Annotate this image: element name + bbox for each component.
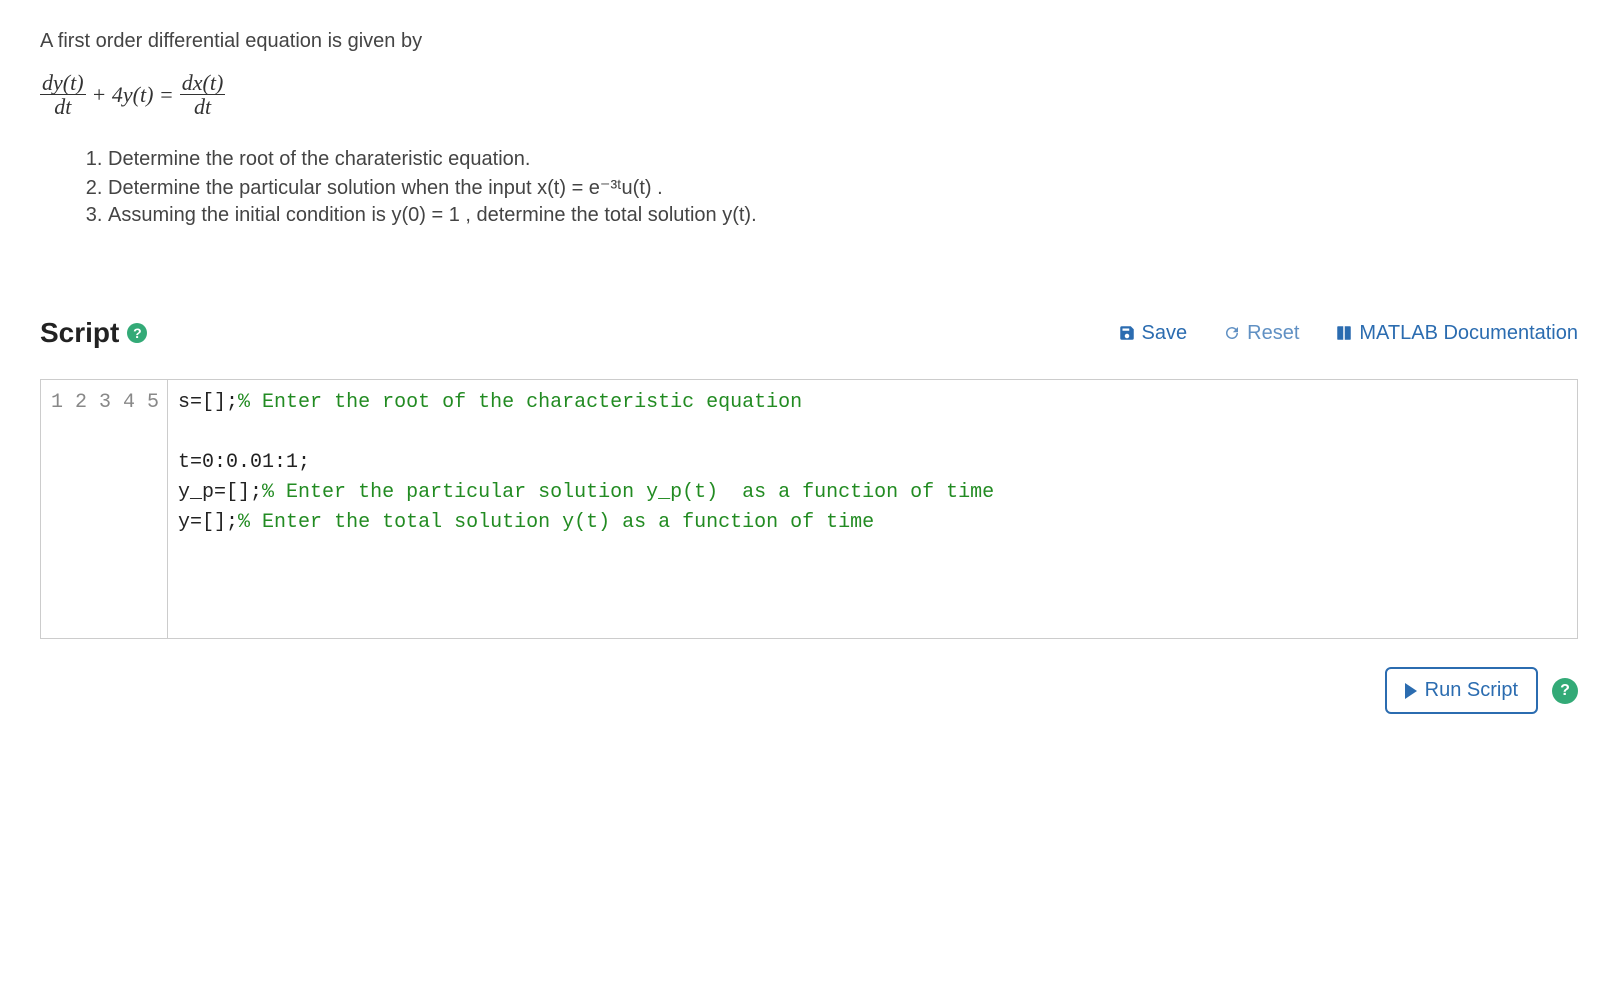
task-item: Assuming the initial condition is y(0) =… (108, 204, 1578, 227)
reset-label: Reset (1247, 322, 1299, 345)
task-item: Determine the root of the charateristic … (108, 148, 1578, 171)
help-icon[interactable]: ? (127, 323, 147, 343)
equation-middle: + 4y(t) = (92, 82, 174, 108)
task-item: Determine the particular solution when t… (108, 175, 1578, 200)
task-list: Determine the root of the charateristic … (80, 148, 1578, 227)
reset-button[interactable]: Reset (1223, 322, 1299, 345)
rhs-numerator: dx(t) (180, 71, 226, 95)
docs-link[interactable]: MATLAB Documentation (1335, 322, 1578, 345)
rhs-denominator: dt (192, 95, 213, 118)
script-heading: Script (40, 317, 119, 349)
run-label: Run Script (1425, 679, 1518, 702)
differential-equation: dy(t) dt + 4y(t) = dx(t) dt (40, 71, 1578, 118)
problem-intro: A first order differential equation is g… (40, 30, 1578, 53)
line-gutter: 1 2 3 4 5 (41, 380, 168, 638)
script-toolbar: Save Reset MATLAB Documentation (1118, 322, 1578, 345)
code-area[interactable]: s=[];% Enter the root of the characteris… (168, 380, 1577, 638)
book-icon (1335, 324, 1353, 342)
run-script-button[interactable]: Run Script (1385, 667, 1538, 714)
save-button[interactable]: Save (1118, 322, 1188, 345)
docs-label: MATLAB Documentation (1359, 322, 1578, 345)
save-label: Save (1142, 322, 1188, 345)
help-icon[interactable]: ? (1552, 678, 1578, 704)
lhs-numerator: dy(t) (40, 71, 86, 95)
save-icon (1118, 324, 1136, 342)
code-editor[interactable]: 1 2 3 4 5 s=[];% Enter the root of the c… (40, 379, 1578, 639)
play-icon (1405, 683, 1417, 699)
lhs-denominator: dt (52, 95, 73, 118)
reset-icon (1223, 324, 1241, 342)
